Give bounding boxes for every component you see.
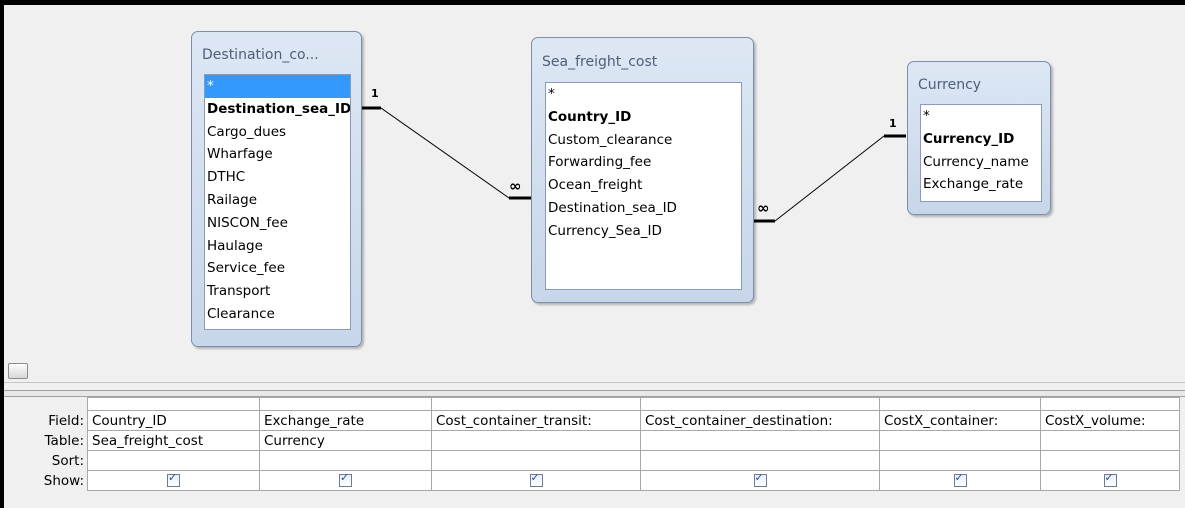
column-selector[interactable] xyxy=(259,397,432,411)
column-selector[interactable] xyxy=(87,397,260,411)
sort-cell[interactable] xyxy=(87,450,260,471)
show-checkbox[interactable] xyxy=(953,471,967,487)
field-cell[interactable]: Exchange_rate xyxy=(259,410,432,431)
field-haulage[interactable]: Haulage xyxy=(205,235,350,258)
row-label-field: Field: xyxy=(4,410,88,431)
field-cell[interactable]: CostX_container: xyxy=(879,410,1041,431)
relationship-many-label: ∞ xyxy=(509,177,522,195)
query-design-window: 1 ∞ ∞ 1 Destination_co... * Destination_… xyxy=(4,5,1185,508)
field-railage[interactable]: Railage xyxy=(205,189,350,212)
table-title[interactable]: Destination_co... xyxy=(202,47,319,63)
field-cell[interactable]: Cost_container_destination: xyxy=(640,410,880,431)
field-currency-sea-id[interactable]: Currency_Sea_ID xyxy=(546,220,741,243)
show-cell xyxy=(259,470,432,491)
table-cell[interactable] xyxy=(431,430,641,451)
show-checkbox[interactable] xyxy=(167,471,180,487)
field-clearance[interactable]: Clearance xyxy=(205,303,350,326)
table-relationship-pane[interactable]: 1 ∞ ∞ 1 Destination_co... * Destination_… xyxy=(4,5,1185,358)
field-list[interactable]: * Currency_ID Currency_name Exchange_rat… xyxy=(920,104,1042,202)
field-list[interactable]: * Destination_sea_ID Cargo_dues Wharfage… xyxy=(204,74,351,330)
show-cell xyxy=(640,470,880,491)
field-wharfage[interactable]: Wharfage xyxy=(205,143,350,166)
field-destination-sea-id[interactable]: Destination_sea_ID xyxy=(546,197,741,220)
field-ocean-freight[interactable]: Ocean_freight xyxy=(546,174,741,197)
field-cargo-dues[interactable]: Cargo_dues xyxy=(205,121,350,144)
field-cell[interactable]: Cost_container_transit: xyxy=(431,410,641,431)
sort-cell[interactable] xyxy=(431,450,641,471)
field-cell[interactable]: Country_ID xyxy=(87,410,260,431)
field-all[interactable]: * xyxy=(205,75,350,98)
show-cell xyxy=(1040,470,1180,491)
column-selector[interactable] xyxy=(431,397,641,411)
show-cell xyxy=(87,470,260,491)
table-sea-freight-cost[interactable]: Sea_freight_cost * Country_ID Custom_cle… xyxy=(531,37,754,303)
table-title[interactable]: Currency xyxy=(918,77,981,93)
column-selector[interactable] xyxy=(640,397,880,411)
relationship-one-label: 1 xyxy=(371,87,379,100)
table-destination-cost[interactable]: Destination_co... * Destination_sea_ID C… xyxy=(191,31,362,347)
sort-cell[interactable] xyxy=(640,450,880,471)
show-cell xyxy=(879,470,1041,491)
field-niscon-fee[interactable]: NISCON_fee xyxy=(205,212,350,235)
table-cell[interactable]: Currency xyxy=(259,430,432,451)
table-cell[interactable] xyxy=(640,430,880,451)
field-exchange-rate[interactable]: Exchange_rate xyxy=(921,173,1041,196)
table-cell[interactable] xyxy=(1040,430,1180,451)
field-country-id[interactable]: Country_ID xyxy=(546,106,741,129)
sort-cell[interactable] xyxy=(259,450,432,471)
show-checkbox[interactable] xyxy=(1103,471,1117,487)
show-cell xyxy=(431,470,641,491)
column-selector[interactable] xyxy=(1040,397,1180,411)
table-title[interactable]: Sea_freight_cost xyxy=(542,54,657,70)
field-all[interactable]: * xyxy=(546,83,741,106)
sort-cell[interactable] xyxy=(1040,450,1180,471)
row-label-sort: Sort: xyxy=(4,450,88,471)
pane-splitter[interactable] xyxy=(4,390,1185,397)
field-list[interactable]: * Country_ID Custom_clearance Forwarding… xyxy=(545,82,742,290)
show-checkbox[interactable] xyxy=(753,471,767,487)
field-dthc[interactable]: DTHC xyxy=(205,166,350,189)
field-all[interactable]: * xyxy=(921,105,1041,128)
field-cell[interactable]: CostX_volume: xyxy=(1040,410,1180,431)
row-label-table: Table: xyxy=(4,430,88,451)
show-checkbox[interactable] xyxy=(339,471,352,487)
field-custom-clearance[interactable]: Custom_clearance xyxy=(546,129,741,152)
field-transport[interactable]: Transport xyxy=(205,280,350,303)
sort-cell[interactable] xyxy=(879,450,1041,471)
rel-line-destination-seafreight[interactable] xyxy=(380,107,510,199)
field-currency-id[interactable]: Currency_ID xyxy=(921,128,1041,151)
show-checkbox[interactable] xyxy=(529,471,543,487)
field-service-fee[interactable]: Service_fee xyxy=(205,257,350,280)
table-cell[interactable]: Sea_freight_cost xyxy=(87,430,260,451)
table-currency[interactable]: Currency * Currency_ID Currency_name Exc… xyxy=(907,61,1051,215)
relationship-one-label: 1 xyxy=(889,117,897,130)
field-forwarding-fee[interactable]: Forwarding_fee xyxy=(546,151,741,174)
rel-line-currency-seafreight[interactable] xyxy=(774,135,885,222)
query-design-grid: Field: Country_ID Exchange_rate Cost_con… xyxy=(4,397,1180,491)
row-label-show: Show: xyxy=(4,470,88,491)
grid-corner xyxy=(4,397,88,411)
scroll-thumb[interactable] xyxy=(8,363,28,379)
horizontal-scrollbar[interactable] xyxy=(4,360,1185,383)
column-selector[interactable] xyxy=(879,397,1041,411)
relationship-many-label: ∞ xyxy=(757,199,770,217)
table-cell[interactable] xyxy=(879,430,1041,451)
field-destination-sea-id[interactable]: Destination_sea_ID xyxy=(205,98,350,121)
field-currency-name[interactable]: Currency_name xyxy=(921,151,1041,174)
